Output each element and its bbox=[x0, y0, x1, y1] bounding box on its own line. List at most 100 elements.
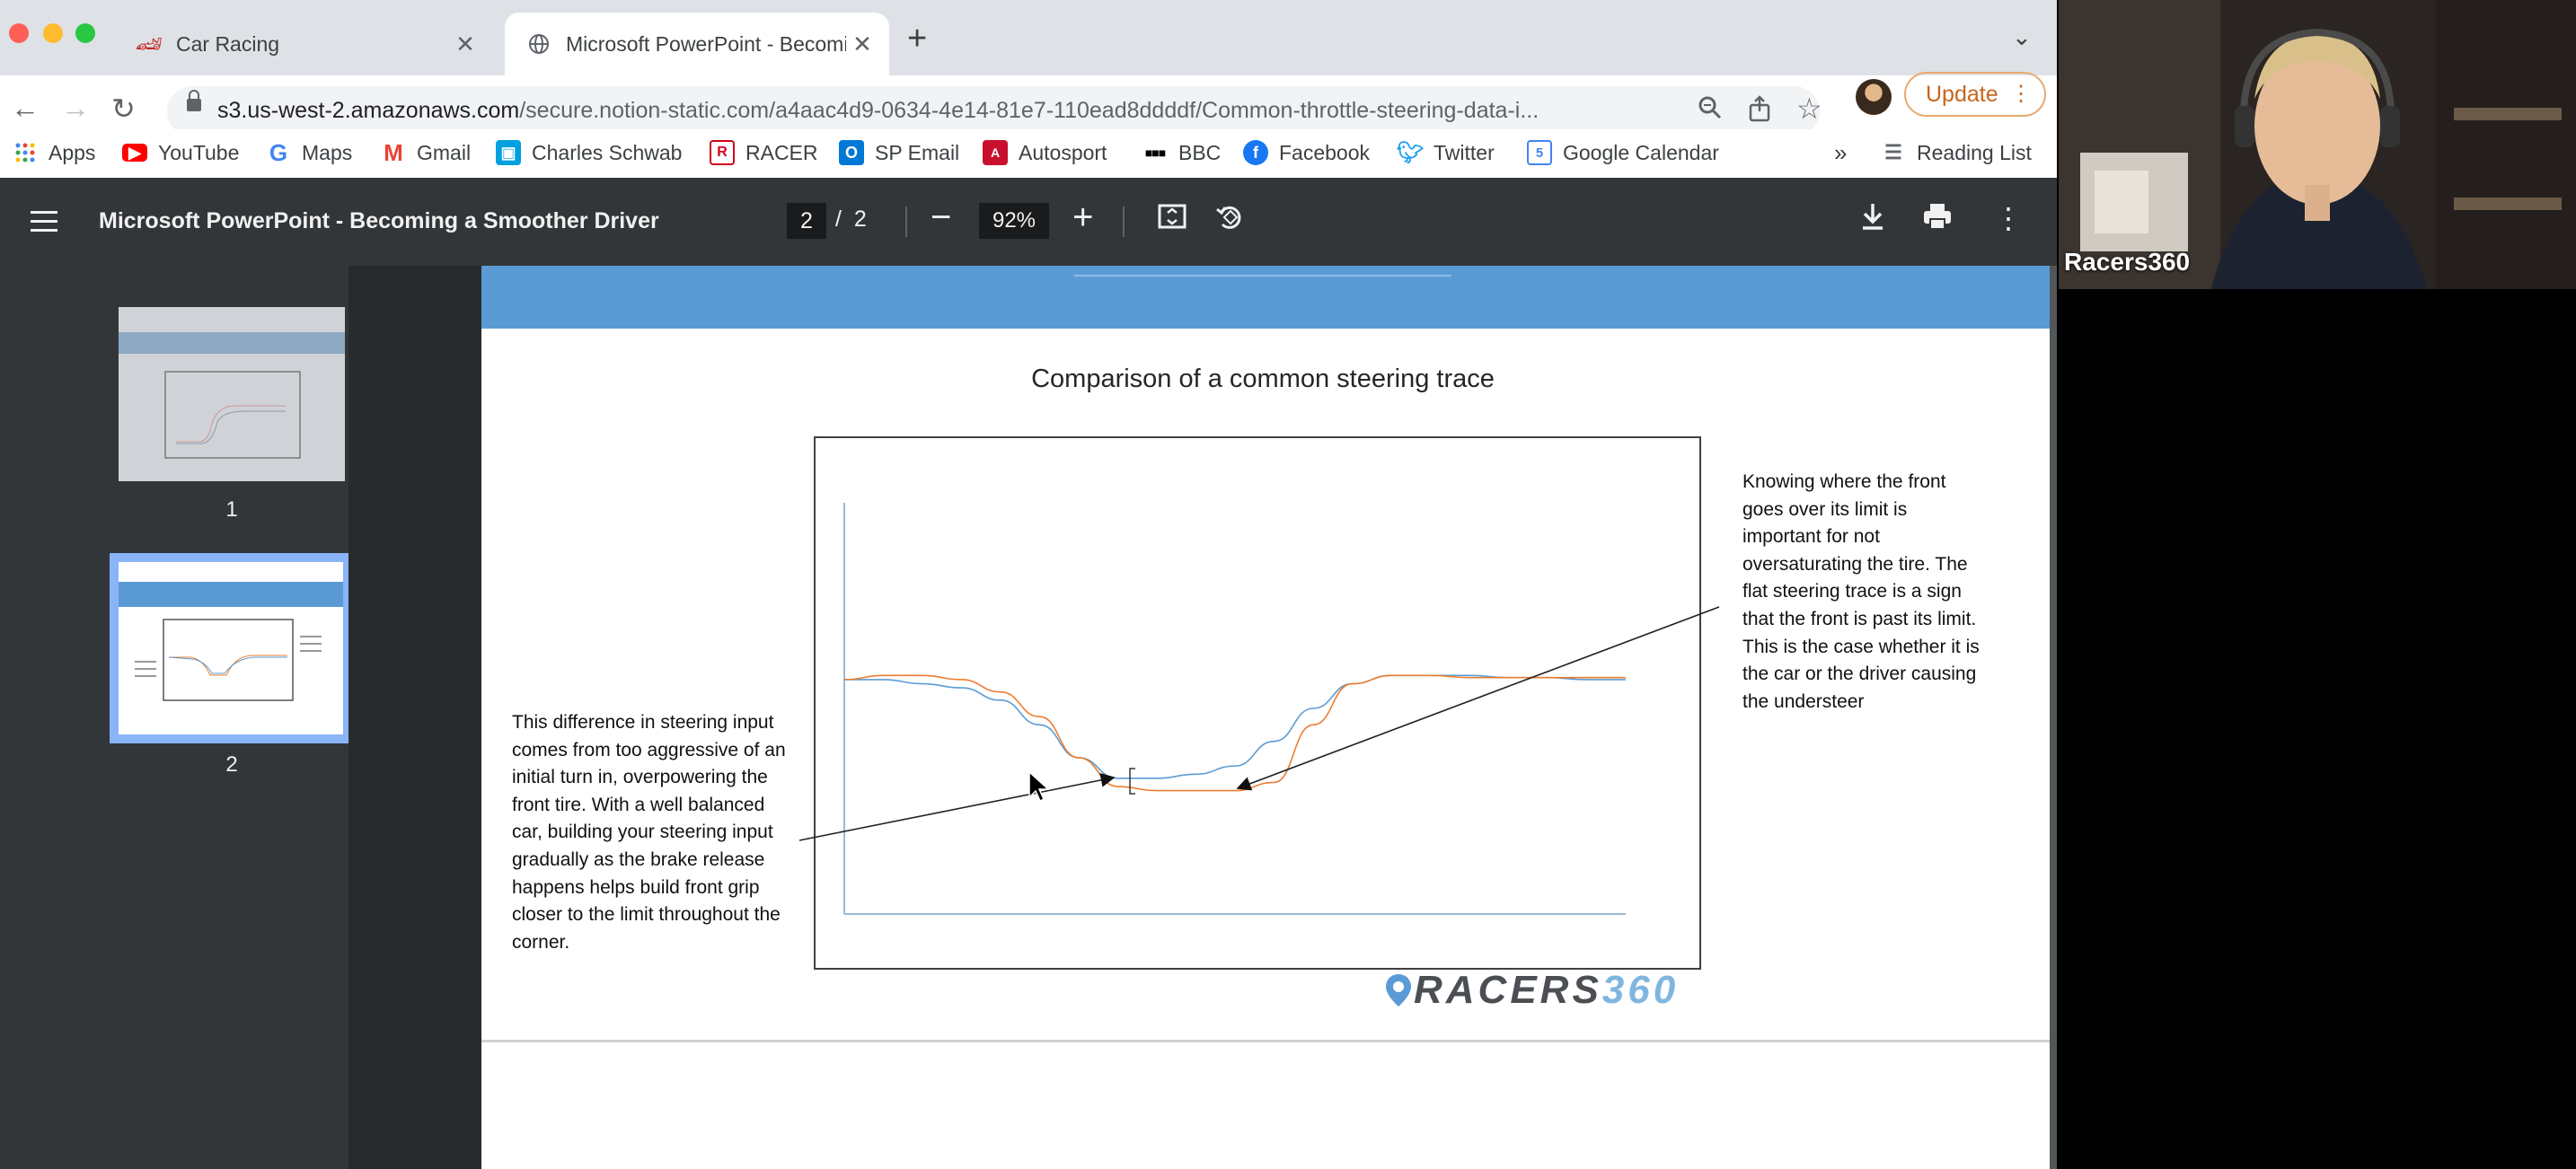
bookmark-label: Apps bbox=[49, 140, 96, 164]
tab-car-racing[interactable]: 🏎 Car Racing ✕ bbox=[115, 13, 492, 75]
bookmark-maps[interactable]: G Maps bbox=[266, 135, 352, 171]
page-number-input[interactable]: 2 bbox=[787, 203, 826, 239]
calendar-icon: 5 bbox=[1527, 140, 1552, 165]
thumbnail-page-2[interactable] bbox=[110, 553, 352, 743]
forward-button[interactable]: → bbox=[61, 92, 90, 125]
bookmark-label: YouTube bbox=[158, 140, 240, 164]
lock-icon bbox=[187, 90, 201, 111]
tab-title: Car Racing bbox=[176, 31, 280, 56]
new-tab-button[interactable]: + bbox=[907, 20, 927, 58]
bookmarks-bar: Apps ▶ YouTube G Maps M Gmail ▣ Charles Schw… bbox=[0, 129, 2057, 179]
menu-icon[interactable] bbox=[31, 211, 57, 233]
tab-close-icon[interactable]: ✕ bbox=[846, 31, 878, 58]
pdf-page-2: Comparison of a common steering trace Th… bbox=[481, 266, 2050, 1169]
bookmark-google-calendar[interactable]: 5 Google Calendar bbox=[1527, 135, 1719, 171]
share-icon[interactable] bbox=[1748, 95, 1771, 128]
bookmark-label: Maps bbox=[302, 140, 353, 164]
logo-text: RACERS bbox=[1414, 968, 1602, 1012]
pdf-title: Microsoft PowerPoint - Becoming a Smooth… bbox=[99, 208, 659, 233]
location-pin-icon bbox=[1386, 974, 1411, 1006]
thumbnail-page-1[interactable] bbox=[119, 307, 345, 481]
series-layer bbox=[843, 674, 1626, 792]
outlook-icon: O bbox=[839, 140, 864, 165]
zoom-out-button[interactable]: − bbox=[931, 198, 951, 238]
steering-trace-line-1 bbox=[843, 674, 1626, 779]
bookmark-label: Autosport bbox=[1019, 140, 1107, 164]
twitter-icon: 🐦︎ bbox=[1396, 140, 1425, 165]
bookmark-label: Facebook bbox=[1279, 140, 1371, 164]
update-button[interactable]: Update ⋮ bbox=[1904, 72, 2046, 117]
bookmarks-overflow-button[interactable]: » bbox=[1834, 135, 1847, 171]
bookmark-facebook[interactable]: f Facebook bbox=[1243, 135, 1370, 171]
more-options-icon[interactable]: ⋮ bbox=[1994, 201, 2023, 235]
reading-list-button[interactable]: ☰ Reading List bbox=[1881, 135, 2032, 171]
toolbar-divider bbox=[905, 207, 907, 237]
page-divider bbox=[481, 1040, 2050, 1042]
print-icon[interactable] bbox=[1922, 201, 1953, 240]
toolbar-divider bbox=[1123, 207, 1125, 237]
slide-title: Comparison of a common steering trace bbox=[1031, 365, 1495, 393]
bookmark-sp-email[interactable]: O SP Email bbox=[839, 135, 959, 171]
tab-title: Microsoft PowerPoint - Becomi bbox=[566, 31, 846, 56]
schwab-icon: ▣ bbox=[496, 140, 521, 165]
globe-icon bbox=[526, 31, 551, 57]
webcam-feed bbox=[2059, 0, 2576, 289]
bookmark-star-icon[interactable]: ☆ bbox=[1796, 92, 1822, 126]
slide-header-band bbox=[481, 266, 2050, 329]
bookmark-apps[interactable]: Apps bbox=[13, 135, 95, 171]
close-window-button[interactable] bbox=[9, 23, 29, 43]
bookmark-label: Charles Schwab bbox=[532, 140, 683, 164]
bookmark-label: Twitter bbox=[1434, 140, 1495, 164]
profile-avatar[interactable] bbox=[1856, 79, 1892, 115]
chart-svg bbox=[843, 503, 1626, 915]
zoom-in-button[interactable]: + bbox=[1072, 198, 1093, 238]
bookmark-label: Google Calendar bbox=[1563, 140, 1719, 164]
header-underline bbox=[1074, 275, 1451, 277]
bookmark-racer[interactable]: R RACER bbox=[710, 135, 818, 171]
gmail-icon: M bbox=[384, 138, 403, 166]
facebook-icon: f bbox=[1243, 140, 1268, 165]
car-racing-favicon: 🏎 bbox=[135, 31, 163, 57]
steering-trace-chart bbox=[814, 436, 1701, 970]
thumbnail-number: 1 bbox=[225, 497, 238, 522]
reading-list-label: Reading List bbox=[1917, 140, 2032, 164]
bookmark-label: Gmail bbox=[417, 140, 472, 164]
tab-powerpoint[interactable]: Microsoft PowerPoint - Becomi ✕ bbox=[505, 13, 889, 75]
right-annotation-text: Knowing where the front goes over its li… bbox=[1742, 471, 1980, 712]
zoom-level-input[interactable]: 92% bbox=[979, 203, 1049, 239]
thumbnail-number: 2 bbox=[225, 752, 238, 777]
bookmark-charles-schwab[interactable]: ▣ Charles Schwab bbox=[496, 135, 682, 171]
sidebar-gutter bbox=[348, 266, 481, 1169]
bookmark-autosport[interactable]: A Autosport bbox=[983, 135, 1107, 171]
bookmark-twitter[interactable]: 🐦︎ Twitter bbox=[1396, 135, 1495, 171]
back-button[interactable]: ← bbox=[11, 92, 40, 125]
tab-close-icon[interactable]: ✕ bbox=[449, 31, 481, 58]
chevron-down-icon[interactable]: ⌄ bbox=[2012, 23, 2032, 51]
tab-strip: 🏎 Car Racing ✕ Microsoft PowerPoint - Be… bbox=[0, 0, 2057, 75]
steering-trace-line-2 bbox=[843, 674, 1626, 792]
browser-window: 🏎 Car Racing ✕ Microsoft PowerPoint - Be… bbox=[0, 0, 2057, 1169]
reload-button[interactable]: ↻ bbox=[111, 92, 136, 126]
bookmark-gmail[interactable]: M Gmail bbox=[381, 135, 471, 171]
bookmark-label: BBC bbox=[1178, 140, 1222, 164]
bookmark-bbc[interactable]: ■■■ BBC bbox=[1142, 135, 1221, 171]
bookmark-label: SP Email bbox=[875, 140, 960, 164]
download-icon[interactable] bbox=[1859, 201, 1886, 240]
flat-section-bracket bbox=[1129, 768, 1135, 795]
thumbnail-sidebar: 1 2 bbox=[0, 266, 352, 1169]
minimize-window-button[interactable] bbox=[43, 23, 63, 43]
left-annotation-text: This difference in steering input comes … bbox=[512, 712, 786, 953]
logo-number: 360 bbox=[1601, 968, 1680, 1012]
url-text: s3.us-west-2.amazonaws.com/secure.notion… bbox=[217, 98, 1539, 123]
fit-page-icon[interactable] bbox=[1157, 201, 1187, 240]
zoom-search-icon[interactable] bbox=[1698, 95, 1723, 127]
rotate-icon[interactable] bbox=[1214, 201, 1245, 240]
more-icon: ⋮ bbox=[2010, 82, 2032, 106]
bookmark-youtube[interactable]: ▶ YouTube bbox=[122, 135, 239, 171]
youtube-icon: ▶ bbox=[122, 144, 147, 162]
maximize-window-button[interactable] bbox=[75, 23, 95, 43]
pdf-toolbar: Microsoft PowerPoint - Becoming a Smooth… bbox=[0, 178, 2057, 266]
autosport-icon: A bbox=[983, 140, 1008, 165]
google-g-icon: G bbox=[269, 138, 288, 166]
bookmark-label: RACER bbox=[745, 140, 818, 164]
